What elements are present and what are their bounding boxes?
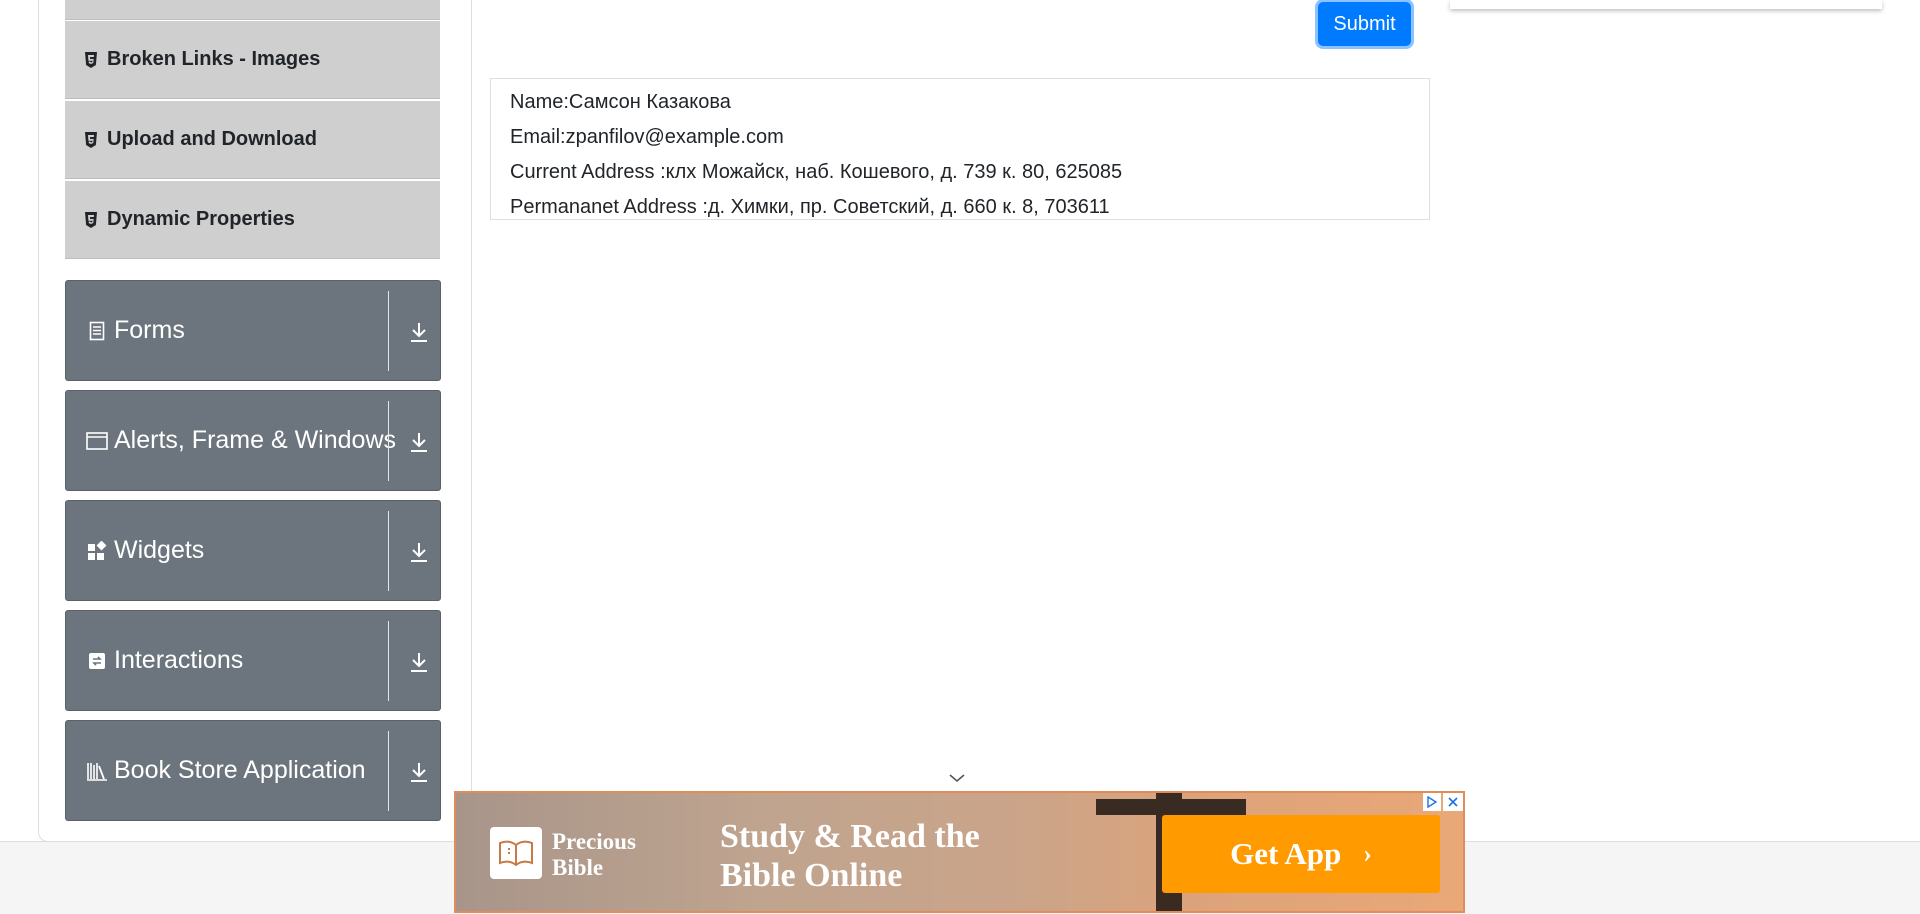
books-icon: [86, 760, 108, 782]
close-icon[interactable]: [1443, 793, 1463, 811]
ad-brand: Precious Bible: [552, 829, 636, 880]
interactions-icon: [86, 650, 108, 672]
widgets-icon: [86, 540, 108, 562]
sidebar-item-label: Upload and Download: [107, 128, 317, 150]
output-permanent-address: Permananet Address :д. Химки, пр. Советс…: [510, 196, 1110, 218]
group-alerts-frame-windows[interactable]: Alerts, Frame & Windows: [65, 390, 441, 491]
group-book-store[interactable]: Book Store Application: [65, 720, 441, 821]
submit-button[interactable]: Submit: [1318, 2, 1411, 46]
download-icon[interactable]: [396, 721, 441, 822]
html5-icon: [83, 51, 99, 69]
output-email: Email:zpanfilov@example.com: [510, 126, 784, 148]
download-icon[interactable]: [396, 501, 441, 602]
group-interactions[interactable]: Interactions: [65, 610, 441, 711]
get-app-button[interactable]: Get App ›: [1162, 815, 1440, 893]
group-label: Alerts, Frame & Windows: [114, 426, 397, 454]
sidebar-item-previous[interactable]: [65, 0, 440, 20]
html5-icon: [83, 211, 99, 229]
window-icon: [86, 430, 108, 452]
document-icon: [86, 320, 108, 342]
download-icon[interactable]: [396, 611, 441, 712]
group-label: Book Store Application: [114, 756, 366, 784]
output-current-address: Current Address :клх Можайск, наб. Кошев…: [510, 161, 1123, 183]
sidebar-item-upload-download[interactable]: Upload and Download: [65, 101, 440, 179]
sidebar-item-label: Broken Links - Images: [107, 48, 321, 70]
output-name: Name:Самсон Казакова: [510, 91, 731, 113]
ad-banner[interactable]: Precious Bible Study & Read the Bible On…: [454, 791, 1465, 913]
sidebar-item-broken-links[interactable]: Broken Links - Images: [65, 21, 440, 99]
group-label: Forms: [114, 316, 185, 344]
group-widgets[interactable]: Widgets: [65, 500, 441, 601]
chevron-down-icon[interactable]: [948, 772, 966, 784]
sidebar-item-label: Dynamic Properties: [107, 208, 295, 230]
chevron-right-icon: ›: [1363, 839, 1372, 868]
ad-headline: Study & Read the Bible Online: [720, 818, 980, 894]
top-ad-frame: [1450, 0, 1882, 9]
group-label: Interactions: [114, 646, 244, 674]
adchoices-icon[interactable]: [1423, 793, 1441, 811]
group-forms[interactable]: Forms: [65, 280, 441, 381]
group-label: Widgets: [114, 536, 205, 564]
download-icon[interactable]: [396, 391, 441, 492]
bible-logo-icon: [490, 827, 542, 879]
sidebar-item-dynamic-properties[interactable]: Dynamic Properties: [65, 181, 440, 259]
download-icon[interactable]: [396, 281, 441, 382]
output-box: Name:Самсон Казакова Email:zpanfilov@exa…: [490, 78, 1430, 220]
html5-icon: [83, 131, 99, 149]
